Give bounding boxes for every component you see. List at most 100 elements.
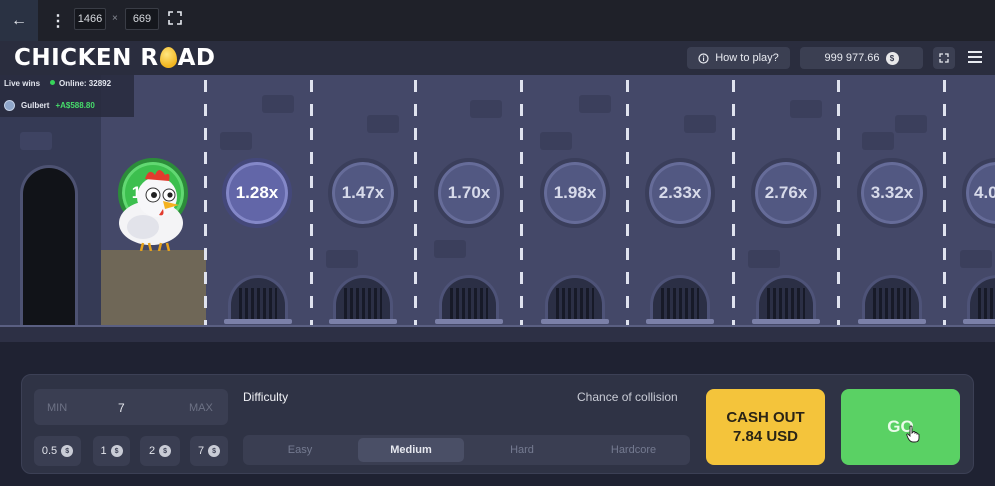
chip-value: 1 [100,445,107,457]
sewer-ledge [541,319,609,324]
start-doorway [20,165,78,327]
multiplier-coin-next[interactable]: 1.28x [222,158,292,228]
chip-value: 7 [197,445,205,457]
width-field[interactable]: 1466 [74,8,106,30]
online-dot-icon [50,80,56,85]
difficulty-easy[interactable]: Easy [246,438,354,462]
sewer-ledge [963,319,995,324]
multiplier-coin: 2.76x [751,158,821,228]
wall-brick [960,250,992,268]
avatar [4,100,15,111]
egg-icon [159,47,177,68]
sewer-ledge [646,319,714,324]
collision-chance-title: Chance of collision [577,390,678,404]
back-button[interactable]: ← [0,0,38,41]
lane-divider [943,80,946,325]
fullscreen-icon[interactable] [168,11,182,25]
device-toolbar: ← ⋮ 1466 × 669 [0,0,995,41]
sewer-grate [545,275,605,321]
sewer-ledge [329,319,397,324]
game-logo: CHICKEN R AD [14,45,216,71]
wall-brick [220,132,252,150]
chip-value: 0.5 [41,445,58,457]
sewer-ledge [435,319,503,324]
quick-bet-chip[interactable]: 2 $ [140,436,180,466]
live-win-entry: Gulbert +A$588.80 [4,100,95,111]
sewer-ledge [752,319,820,324]
currency-coin-icon: $ [885,51,899,65]
how-to-play-label: How to play? [715,52,779,64]
live-wins-label: Live wins [4,79,41,88]
wall-brick [470,100,502,118]
currency-coin-icon: $ [110,445,123,457]
wall-brick [895,115,927,133]
info-icon [698,52,709,64]
current-lane-tile [101,250,206,325]
sewer-ledge [224,319,292,324]
difficulty-title: Difficulty [243,390,289,404]
wall-brick [684,115,716,133]
wall-brick [326,250,358,268]
winner-amount: +A$588.80 [55,101,95,110]
more-options-icon[interactable]: ⋮ [50,11,66,31]
lane-divider [414,80,417,325]
sewer-grate [756,275,816,321]
hand-cursor-icon [906,425,920,443]
multiplier-coin: 1.47x [328,158,398,228]
lane-divider [626,80,629,325]
wall-brick [262,95,294,113]
live-wins-panel: Live wins Online: 32892 Gulbert +A$588.80 [0,75,134,117]
sewer-grate [650,275,710,321]
sewer-ledge [858,319,926,324]
quick-bet-chip[interactable]: 1 $ [93,436,130,466]
max-bet-button[interactable]: MAX [189,402,213,414]
lane-divider [310,80,313,325]
winner-name: Gulbert [21,101,50,110]
menu-icon[interactable] [968,51,982,63]
multiplier-coin: 1.70x [434,158,504,228]
sewer-grate [967,275,995,321]
road-floor [0,325,995,342]
min-bet-button[interactable]: MIN [47,402,67,414]
quick-bet-chip[interactable]: 7 $ [190,436,228,466]
game-header: CHICKEN R AD How to play? 999 977.66 $ [0,41,995,75]
multiplier-coin: 3.32x [857,158,927,228]
lane-divider [732,80,735,325]
wall-brick [20,132,52,150]
currency-coin-icon: $ [208,445,221,457]
difficulty-hardcore[interactable]: Hardcore [580,438,687,462]
quick-bet-chip[interactable]: 0.5 $ [34,436,81,466]
arrow-left-icon: ← [11,11,27,29]
wall-brick [862,132,894,150]
currency-coin-icon: $ [61,445,74,457]
difficulty-medium[interactable]: Medium [358,438,464,462]
lane-divider [520,80,523,325]
wall-brick [579,95,611,113]
multiplier-coin: 2.33x [645,158,715,228]
balance-display: 999 977.66 $ [800,47,923,69]
chicken-character [119,170,183,251]
sewer-grate [439,275,499,321]
go-button[interactable]: GO [841,389,960,465]
sewer-grate [228,275,288,321]
how-to-play-button[interactable]: How to play? [687,47,790,69]
online-count: Online: 32892 [59,79,112,88]
wall-brick [434,240,466,258]
lane-divider [204,80,207,325]
bet-amount-value[interactable]: 7 [118,401,125,415]
dimension-separator: × [112,13,118,24]
wall-brick [540,132,572,150]
sewer-grate [862,275,922,321]
wall-brick [367,115,399,133]
wall-brick [790,100,822,118]
expand-icon [939,53,949,63]
cash-out-button[interactable]: CASH OUT 7.84 USD [706,389,825,465]
difficulty-hard[interactable]: Hard [468,438,576,462]
live-wins-header: Live wins Online: 32892 [4,79,111,88]
wall-brick [748,250,780,268]
height-field[interactable]: 669 [125,8,159,30]
balance-value: 999 977.66 [824,52,880,64]
fullscreen-button[interactable] [933,47,955,69]
multiplier-coin: 1.98x [540,158,610,228]
multiplier-coin: 4.0 [962,158,995,228]
